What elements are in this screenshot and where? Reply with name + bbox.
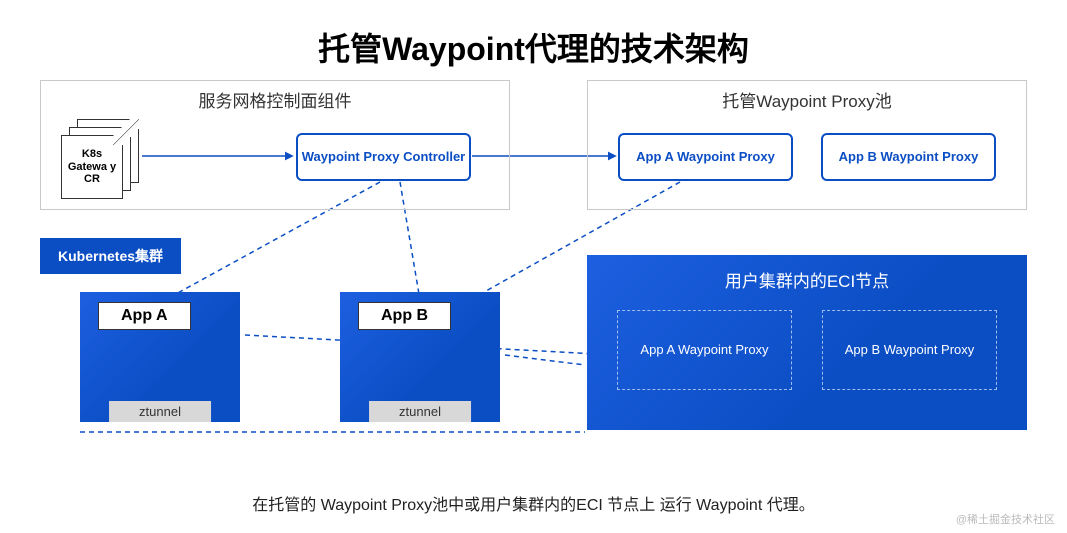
eci-title: 用户集群内的ECI节点 (607, 267, 1007, 292)
pool-proxy-b-box: App B Waypoint Proxy (821, 133, 996, 181)
control-plane-panel: 服务网格控制面组件 K8s Gatewa y CR Waypoint Proxy… (40, 80, 510, 210)
proxy-pool-panel: 托管Waypoint Proxy池 App A Waypoint Proxy A… (587, 80, 1027, 210)
app-b-ztunnel: ztunnel (369, 401, 471, 422)
eci-proxy-a-box: App A Waypoint Proxy (617, 310, 792, 390)
app-b-tile: App B ztunnel (340, 292, 500, 422)
diagram-canvas: 服务网格控制面组件 K8s Gatewa y CR Waypoint Proxy… (40, 80, 1027, 483)
watermark: @稀土掘金技术社区 (956, 511, 1055, 527)
control-plane-title: 服务网格控制面组件 (41, 81, 509, 118)
app-a-tile: App A ztunnel (80, 292, 240, 422)
k8s-cr-label: K8s Gatewa y CR (61, 135, 123, 199)
eci-proxy-b-box: App B Waypoint Proxy (822, 310, 997, 390)
diagram-title: 托管Waypoint代理的技术架构 (0, 0, 1067, 70)
proxy-pool-title: 托管Waypoint Proxy池 (588, 81, 1026, 118)
app-a-ztunnel: ztunnel (109, 401, 211, 422)
eci-panel: 用户集群内的ECI节点 App A Waypoint Proxy App B W… (587, 255, 1027, 430)
pool-proxy-a-box: App A Waypoint Proxy (618, 133, 793, 181)
k8s-cr-doc-stack: K8s Gatewa y CR (61, 119, 141, 191)
waypoint-controller-box: Waypoint Proxy Controller (296, 133, 471, 181)
app-a-name: App A (98, 302, 191, 330)
diagram-caption: 在托管的 Waypoint Proxy池中或用户集群内的ECI 节点上 运行 W… (0, 491, 1067, 515)
kubernetes-cluster-label: Kubernetes集群 (40, 238, 181, 274)
app-b-name: App B (358, 302, 451, 330)
